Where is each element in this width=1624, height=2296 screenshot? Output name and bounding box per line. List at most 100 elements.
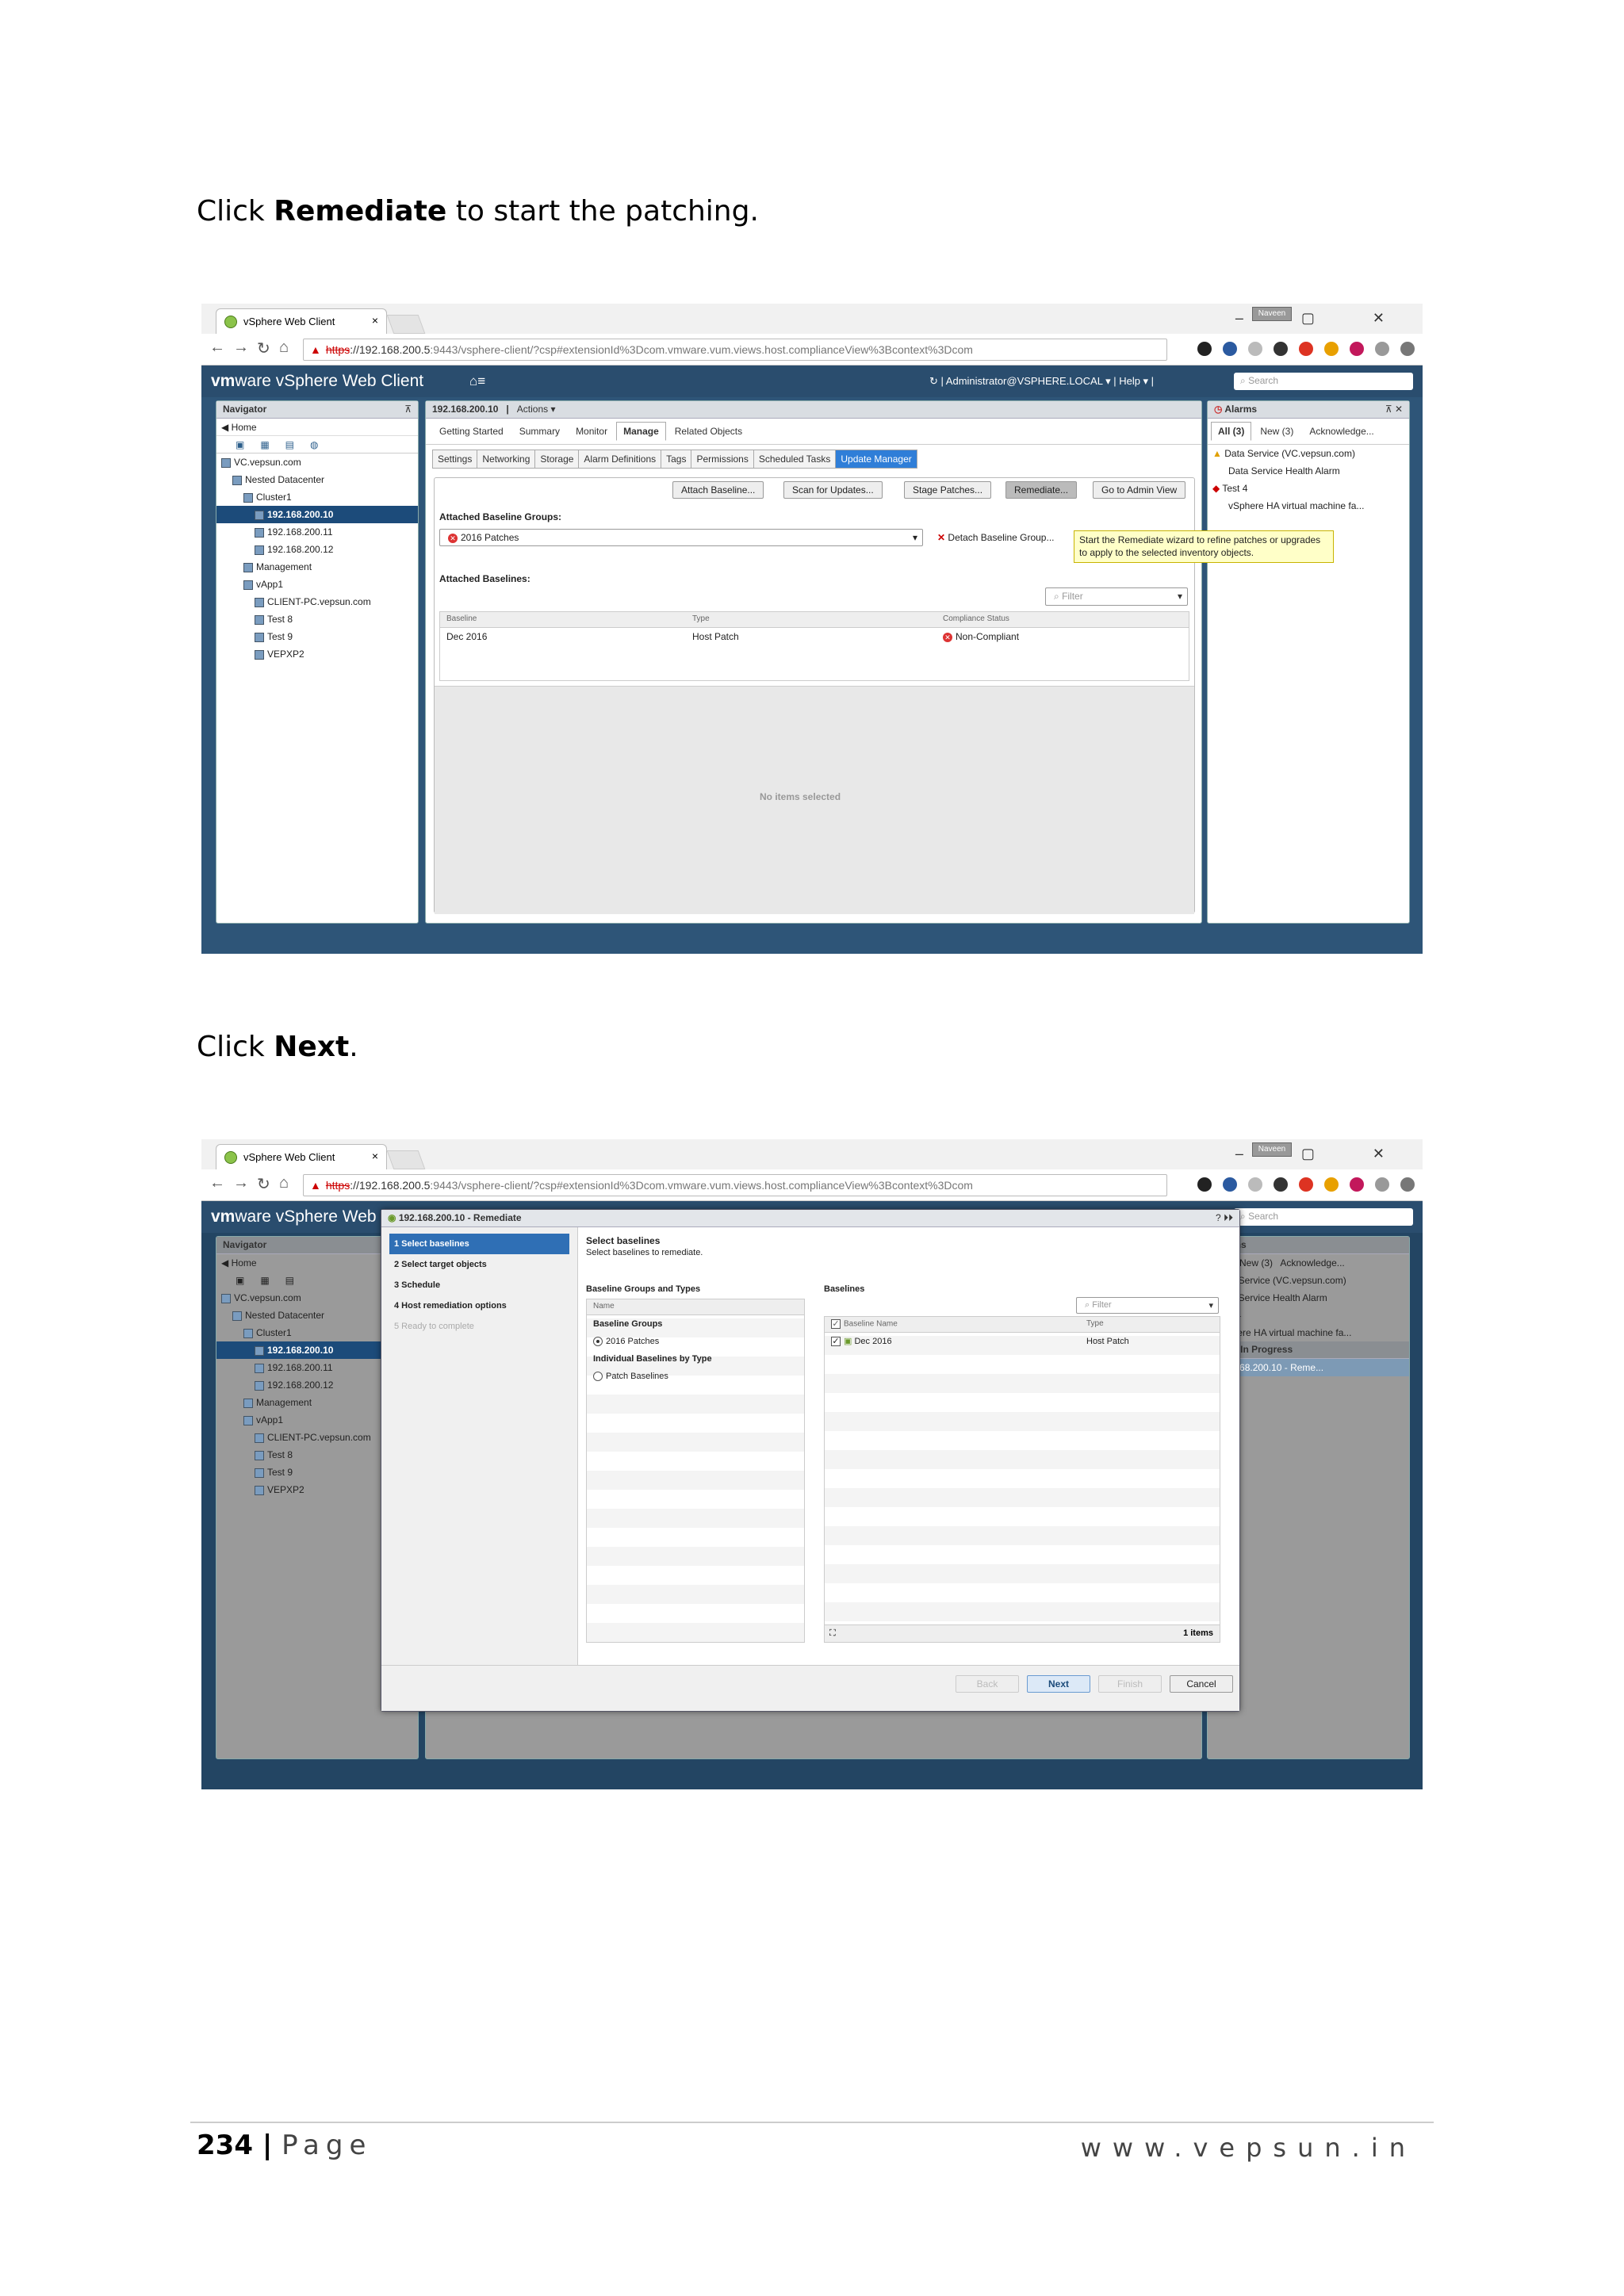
extension-icon[interactable] xyxy=(1375,342,1389,356)
wizard-step[interactable]: 2 Select target objects xyxy=(389,1254,569,1275)
url-input[interactable]: ▲ https://192.168.200.5:9443/vsphere-clie… xyxy=(303,1174,1167,1196)
row-checkbox[interactable]: ✓ xyxy=(831,1337,841,1347)
new-tab-button[interactable] xyxy=(386,315,426,334)
extension-icon[interactable] xyxy=(1375,1177,1389,1192)
subtab-networking[interactable]: Networking xyxy=(477,450,536,469)
tree-item[interactable]: 192.168.200.11 xyxy=(216,523,418,541)
home-icon[interactable]: ⌂ xyxy=(279,339,289,357)
tree-item[interactable]: 192.168.200.12 xyxy=(216,541,418,558)
alarm-item[interactable]: ▲ Data Service (VC.vepsun.com) xyxy=(1208,445,1409,462)
browser-tab[interactable]: vSphere Web Client × xyxy=(216,308,387,334)
new-tab-button[interactable] xyxy=(386,1150,426,1169)
tab-summary[interactable]: Summary xyxy=(512,422,567,441)
tab-related-objects[interactable]: Related Objects xyxy=(668,422,749,441)
filter-input[interactable]: ⌕ Filter ▾ xyxy=(1076,1297,1219,1314)
alarm-item[interactable]: vSphere HA virtual machine fa... xyxy=(1208,497,1409,515)
extension-icon[interactable] xyxy=(1197,342,1212,356)
extension-icon[interactable] xyxy=(1274,1177,1288,1192)
subtab-tags[interactable]: Tags xyxy=(661,450,692,469)
back-button[interactable]: Back xyxy=(956,1675,1019,1693)
attach-baseline-button[interactable]: Attach Baseline... xyxy=(672,481,764,499)
url-input[interactable]: ▲ https://192.168.200.5:9443/vsphere-clie… xyxy=(303,339,1167,361)
lock-icon[interactable] xyxy=(1324,342,1339,356)
back-icon[interactable]: ← xyxy=(209,1174,225,1192)
tree-item[interactable]: Test 9 xyxy=(216,628,418,645)
tab-getting-started[interactable]: Getting Started xyxy=(432,422,511,441)
extension-icon[interactable] xyxy=(1223,342,1237,356)
global-search-input[interactable]: ⌕ Search xyxy=(1234,1208,1413,1226)
wizard-step[interactable]: 3 Schedule xyxy=(389,1275,569,1295)
reload-icon[interactable]: ↻ xyxy=(257,1174,270,1194)
menu-icon[interactable] xyxy=(1400,342,1415,356)
baseline-group-select[interactable]: ✕ 2016 Patches ▾ xyxy=(439,529,923,546)
window-controls[interactable]: – ▢ ✕ xyxy=(1235,1146,1411,1162)
next-button[interactable]: Next xyxy=(1027,1675,1090,1693)
close-icon[interactable]: ⊼ ✕ xyxy=(1385,404,1403,415)
remediate-button[interactable]: Remediate... xyxy=(1005,481,1078,499)
finish-button[interactable]: Finish xyxy=(1098,1675,1162,1693)
wizard-step[interactable]: 5 Ready to complete xyxy=(389,1316,569,1337)
alarm-item[interactable]: Data Service Health Alarm xyxy=(1208,462,1409,480)
tree-item[interactable]: VC.vepsun.com xyxy=(216,453,418,471)
extension-icon[interactable] xyxy=(1350,1177,1364,1192)
menu-icon[interactable] xyxy=(1400,1177,1415,1192)
tree-item[interactable]: 192.168.200.10 xyxy=(216,506,418,523)
extension-icon[interactable] xyxy=(1248,342,1262,356)
cancel-button[interactable]: Cancel xyxy=(1170,1675,1233,1693)
group-option[interactable]: 2016 Patches xyxy=(587,1333,804,1350)
alarm-tab[interactable]: Acknowledge... xyxy=(1302,422,1381,441)
extension-icon[interactable] xyxy=(1223,1177,1237,1192)
global-search-input[interactable]: ⌕ Search xyxy=(1234,373,1413,390)
actions-menu[interactable]: Actions ▾ xyxy=(517,404,556,415)
subtab-storage[interactable]: Storage xyxy=(534,450,580,469)
close-icon[interactable]: × xyxy=(372,314,378,327)
home-icon[interactable]: ⌂ xyxy=(279,1174,289,1192)
lock-icon[interactable] xyxy=(1324,1177,1339,1192)
close-icon[interactable]: × xyxy=(372,1150,378,1162)
individual-option[interactable]: Patch Baselines xyxy=(587,1368,804,1385)
alarm-item[interactable]: ◆ Test 4 xyxy=(1208,480,1409,497)
adblock-icon[interactable] xyxy=(1299,342,1313,356)
pin-icon[interactable]: ⊼ xyxy=(404,404,412,415)
scan-for-updates-button[interactable]: Scan for Updates... xyxy=(783,481,883,499)
binoculars-icon[interactable]: ⛶ xyxy=(829,1628,836,1639)
go-to-admin-view-button[interactable]: Go to Admin View xyxy=(1093,481,1186,499)
wizard-step[interactable]: 1 Select baselines xyxy=(389,1234,569,1254)
filter-input[interactable]: ⌕ Filter ▾ xyxy=(1045,587,1188,606)
reload-icon[interactable]: ↻ xyxy=(257,339,270,358)
tree-item[interactable]: Nested Datacenter xyxy=(216,471,418,488)
browser-tab[interactable]: vSphere Web Client × xyxy=(216,1144,387,1169)
subtab-permissions[interactable]: Permissions xyxy=(691,450,754,469)
alarm-tab[interactable]: All (3) xyxy=(1211,422,1252,441)
subtab-alarm-definitions[interactable]: Alarm Definitions xyxy=(578,450,662,469)
tab-monitor[interactable]: Monitor xyxy=(569,422,615,441)
extension-icon[interactable] xyxy=(1248,1177,1262,1192)
tab-manage[interactable]: Manage xyxy=(616,422,666,441)
subtab-settings[interactable]: Settings xyxy=(432,450,478,469)
extension-icon[interactable] xyxy=(1350,342,1364,356)
table-row[interactable]: ✓ ▣ Dec 2016 Host Patch xyxy=(825,1333,1220,1350)
select-all-checkbox[interactable]: ✓ xyxy=(831,1319,841,1329)
radio-selected-icon[interactable] xyxy=(593,1337,603,1347)
forward-icon[interactable]: → xyxy=(233,339,249,357)
radio-icon[interactable] xyxy=(593,1372,603,1382)
back-icon[interactable]: ← xyxy=(209,339,225,357)
home-menu-icon[interactable]: ⌂≡ xyxy=(469,373,485,389)
wizard-step[interactable]: 4 Host remediation options xyxy=(389,1295,569,1316)
adblock-icon[interactable] xyxy=(1299,1177,1313,1192)
help-icon[interactable]: ? ⏵⏵ xyxy=(1216,1212,1233,1224)
subtab-scheduled-tasks[interactable]: Scheduled Tasks xyxy=(753,450,837,469)
navigator-home[interactable]: ◀ Home xyxy=(216,419,418,436)
tree-item[interactable]: Management xyxy=(216,558,418,576)
tree-item[interactable]: Cluster1 xyxy=(216,488,418,506)
tree-item[interactable]: Test 8 xyxy=(216,610,418,628)
tree-item[interactable]: VEPXP2 xyxy=(216,645,418,663)
window-controls[interactable]: – ▢ ✕ xyxy=(1235,310,1411,327)
alarm-tab[interactable]: New (3) xyxy=(1253,422,1300,441)
stage-patches-button[interactable]: Stage Patches... xyxy=(904,481,992,499)
detach-baseline-group-button[interactable]: ✕ Detach Baseline Group... xyxy=(937,532,1054,543)
extension-icon[interactable] xyxy=(1197,1177,1212,1192)
extension-icon[interactable] xyxy=(1274,342,1288,356)
tree-item[interactable]: CLIENT-PC.vepsun.com xyxy=(216,593,418,610)
user-menu[interactable]: ↻ | Administrator@VSPHERE.LOCAL ▾ | Help… xyxy=(929,375,1154,388)
